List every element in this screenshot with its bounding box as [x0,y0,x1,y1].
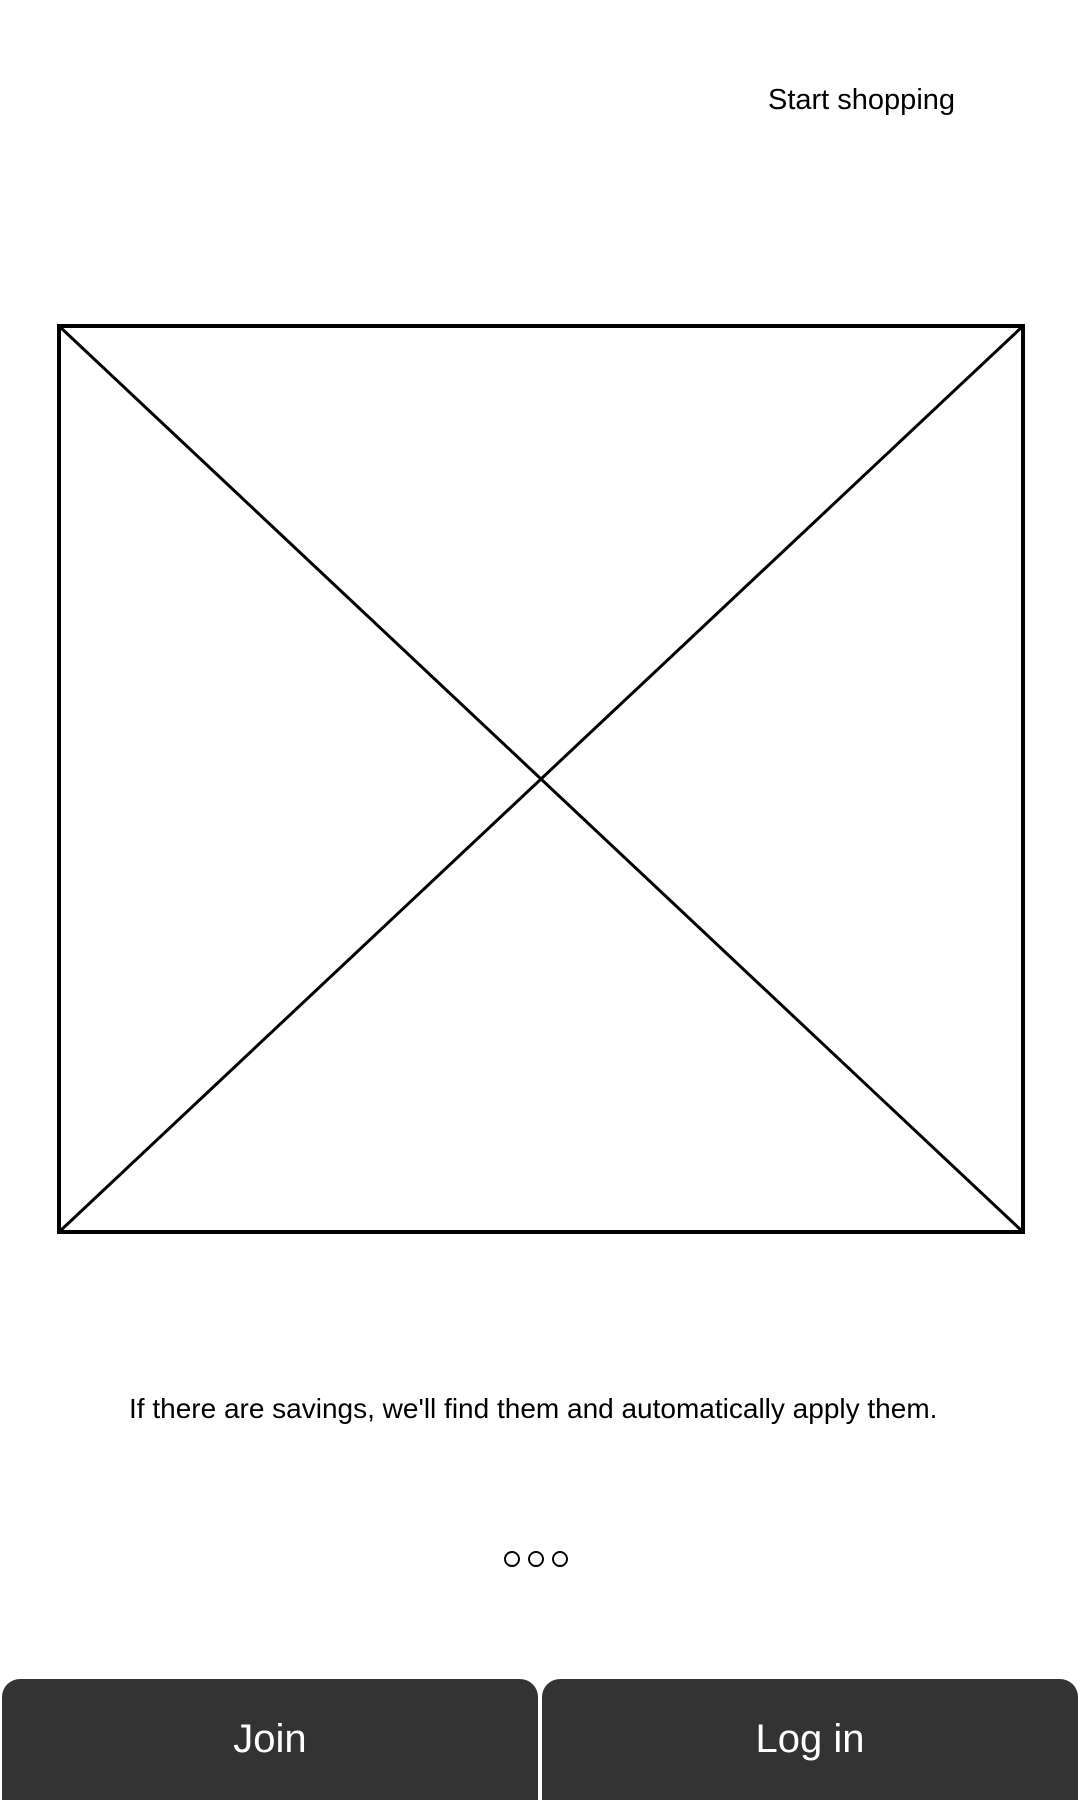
hero-image-placeholder [57,324,1025,1234]
action-bar: Join Log in [2,1679,1078,1800]
join-button[interactable]: Join [2,1679,538,1800]
page-indicator [504,1551,568,1567]
onboarding-tagline: If there are savings, we'll find them an… [129,1393,938,1424]
page-dot-2[interactable] [528,1551,544,1567]
start-shopping-link[interactable]: Start shopping [768,82,955,118]
page-dot-3[interactable] [552,1551,568,1567]
image-placeholder-icon [57,324,1025,1234]
login-button[interactable]: Log in [542,1679,1078,1800]
page-dot-1[interactable] [504,1551,520,1567]
